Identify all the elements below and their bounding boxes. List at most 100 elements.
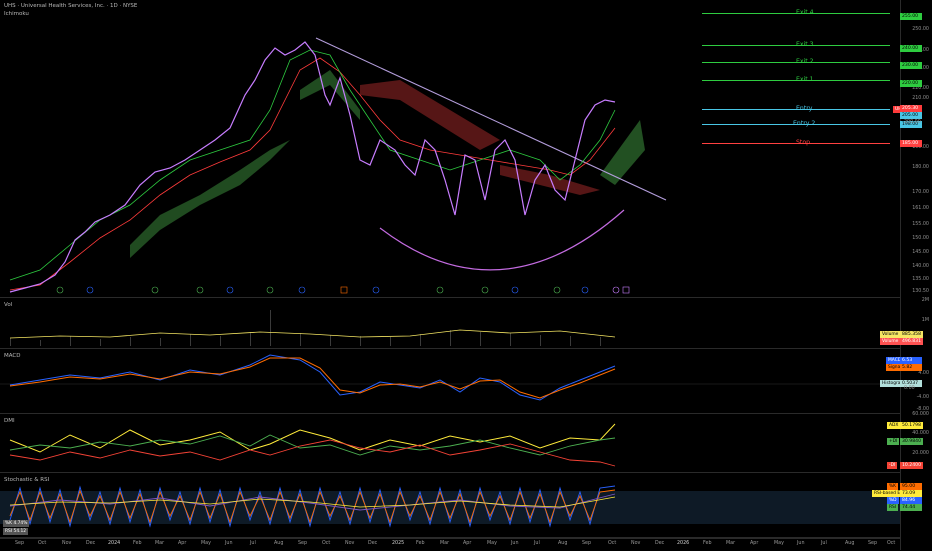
x-label: 2025 [392, 541, 405, 546]
dmi-tick: 20.000 [912, 451, 929, 456]
price-tick: 155.00 [912, 222, 929, 227]
price-tick: 135.00 [912, 277, 929, 282]
exit-2-tag: 230.00 [900, 62, 922, 69]
entry-label: Entry [796, 105, 813, 112]
event-markers-blue [86, 286, 589, 294]
volume-ma-tag: 885.358 [900, 331, 923, 338]
x-label: Oct [322, 541, 331, 546]
x-label: 2026 [677, 541, 690, 546]
rsi-tag: 74.44 [900, 504, 922, 511]
rsi-tag-label: RSI [887, 504, 899, 511]
volume-ma-line [9, 329, 616, 339]
adx-tag: 50.1798 [900, 422, 923, 429]
minus-di-line [9, 439, 616, 467]
current-marker [612, 286, 620, 294]
cloud-bull-2 [300, 70, 360, 120]
trend-line [315, 37, 667, 201]
x-label: Dec [368, 541, 378, 546]
x-label: May [487, 541, 497, 546]
x-label: Mar [440, 541, 450, 546]
price-line [9, 41, 616, 293]
x-label: May [774, 541, 784, 546]
x-label: May [201, 541, 211, 546]
x-label: Mar [155, 541, 165, 546]
volume-bars [10, 310, 601, 346]
signal-tag: 5.82 [900, 364, 922, 371]
plus-di-tag: 30.9840 [900, 438, 923, 445]
cloud-bull-3 [600, 120, 645, 185]
macd-tick: 4.00 [918, 371, 929, 376]
x-label: Jul [534, 541, 540, 546]
macd-tick: 0.00 [904, 386, 915, 391]
x-label: Feb [416, 541, 425, 546]
plus-di-tag-label: +DI [887, 438, 900, 445]
entry-2-label: Entry 2 [793, 120, 816, 127]
x-label: Aug [274, 541, 284, 546]
price-tick: 180.00 [912, 165, 929, 170]
volume-tag: 496.831 [900, 338, 923, 345]
stoch-d-tag: 84.96 [900, 497, 922, 504]
x-label: Mar [726, 541, 736, 546]
x-label: Jun [511, 541, 519, 546]
x-label: Aug [558, 541, 568, 546]
exit-1-label: Exit 1 [796, 76, 814, 83]
chart-canvas [0, 37, 900, 528]
adx-tag-label: ADX [887, 422, 901, 429]
x-label: Oct [887, 541, 896, 546]
stoch-d-tag-label: %D [887, 497, 899, 504]
x-label: 2024 [108, 541, 121, 546]
x-label: Sep [582, 541, 592, 546]
exit-3-label: Exit 3 [796, 41, 814, 48]
price-tick: 140.00 [912, 264, 929, 269]
x-label: Apr [178, 541, 187, 546]
x-label: Sep [298, 541, 308, 546]
price-tick: 161.00 [912, 206, 929, 211]
x-label: Dec [86, 541, 96, 546]
stop-tag: 185.00 [900, 140, 922, 147]
price-tick: 170.00 [912, 190, 929, 195]
minus-di-tag-label: -DI [887, 462, 898, 469]
exit-4-label: Exit 4 [796, 9, 814, 16]
stoch-left-tag-1: %K 4.74% [3, 520, 30, 527]
rsi-ema-tag: 73.09 [900, 490, 922, 497]
vol-tick: 1M [921, 318, 929, 323]
cup-arc [379, 209, 625, 271]
x-label: Nov [631, 541, 641, 546]
x-label: Sep [868, 541, 878, 546]
macd-tick: -4.00 [916, 395, 929, 400]
stoch-k-tag-label: %K [887, 483, 899, 490]
dmi-tick: 40.000 [912, 431, 929, 436]
x-label: Feb [703, 541, 712, 546]
exit-4-tag: 255.00 [900, 13, 922, 20]
x-label: Nov [62, 541, 72, 546]
price-tick: 145.00 [912, 250, 929, 255]
x-label: Jul [821, 541, 827, 546]
stop-label: Stop [796, 139, 811, 146]
plus-di-line [9, 434, 616, 456]
macd-tag: 6.53 [900, 357, 922, 364]
volume-tag-label: Volume [880, 338, 901, 345]
price-tick: 200.00 [904, 120, 921, 125]
stoch-left-tag-2: RSI 54.12 [3, 528, 29, 535]
x-label: Jun [225, 541, 233, 546]
x-label: Apr [750, 541, 759, 546]
exit-3-tag: 240.00 [900, 45, 922, 52]
x-label: Feb [133, 541, 142, 546]
x-label: Oct [608, 541, 617, 546]
price-tick: 150.00 [912, 236, 929, 241]
dmi-tick: 60.000 [912, 412, 929, 417]
x-label: Jul [250, 541, 256, 546]
x-label: Nov [345, 541, 355, 546]
event-markers [56, 286, 561, 294]
x-label: Oct [38, 541, 47, 546]
vol-tick: 2M [921, 298, 929, 303]
exit-2-label: Exit 2 [796, 58, 814, 65]
last-price-tag: 205.30 [900, 105, 922, 112]
x-label: Aug [845, 541, 855, 546]
cloud-bull-1 [130, 140, 290, 258]
minus-di-tag: 10.2400 [900, 462, 923, 469]
stoch-k-tag: 95.00 [900, 483, 922, 490]
exit-1-tag: 220.00 [900, 80, 922, 87]
x-label: Jun [797, 541, 805, 546]
x-label: Sep [15, 541, 25, 546]
